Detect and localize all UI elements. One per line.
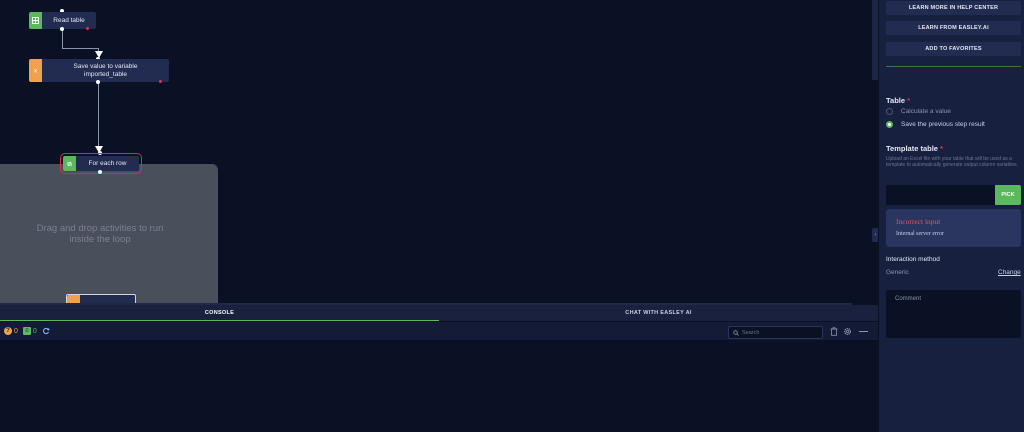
tab-console[interactable]: CONSOLE bbox=[0, 305, 439, 321]
node-output-port[interactable] bbox=[60, 27, 64, 31]
minimize-icon[interactable] bbox=[858, 326, 868, 336]
node-for-each-row[interactable]: For each row bbox=[60, 153, 142, 174]
radio-save-previous-step-result[interactable]: Save the previous step result bbox=[886, 121, 985, 128]
warning-count: 0 bbox=[14, 327, 18, 335]
interaction-method-label: Interaction method bbox=[886, 256, 940, 263]
template-table-description: Upload an Excel file with your table tha… bbox=[886, 156, 1019, 168]
required-mark: * bbox=[907, 96, 911, 105]
console-search bbox=[728, 326, 823, 339]
message-icon: ≡ bbox=[22, 327, 31, 335]
radio-label: Calculate a value bbox=[901, 108, 951, 115]
connector-line bbox=[98, 82, 99, 147]
template-table-field[interactable] bbox=[886, 185, 995, 205]
message-count: 0 bbox=[32, 327, 37, 335]
search-input[interactable] bbox=[742, 329, 822, 336]
learn-more-help-center-button[interactable]: LEARN MORE IN HELP CENTER bbox=[886, 1, 1021, 15]
change-interaction-link[interactable]: Change bbox=[998, 269, 1021, 276]
section-title-text: Template table bbox=[886, 144, 938, 153]
workflow-canvas[interactable]: Read table x Save value to variable impo… bbox=[0, 0, 878, 304]
message-filter[interactable]: ≡ 0 bbox=[22, 327, 37, 335]
error-title: Incorrect input bbox=[896, 217, 941, 226]
connector-line bbox=[62, 48, 99, 49]
section-title-text: Table bbox=[886, 96, 906, 105]
panel-divider bbox=[886, 66, 1021, 67]
loop-icon bbox=[63, 156, 76, 171]
warning-icon: ? bbox=[4, 327, 12, 335]
clear-console-icon[interactable] bbox=[829, 326, 839, 336]
console-panel: CONSOLE CHAT WITH EASLEY AI ? 0 ≡ 0 bbox=[0, 305, 878, 432]
pick-button[interactable]: PICK bbox=[995, 185, 1021, 205]
refresh-icon[interactable] bbox=[42, 327, 50, 335]
table-section-title: Table * bbox=[886, 96, 910, 105]
radio-calculate-value[interactable]: Calculate a value bbox=[886, 108, 951, 115]
node-label: Save value to variable imported_table bbox=[73, 62, 138, 78]
connector-line bbox=[62, 28, 63, 48]
gear-icon[interactable] bbox=[842, 326, 852, 336]
console-toolbar: ? 0 ≡ 0 bbox=[0, 322, 878, 340]
node-input-port[interactable] bbox=[98, 151, 102, 155]
variable-icon: x bbox=[29, 59, 42, 82]
console-tabs: CONSOLE CHAT WITH EASLEY AI bbox=[0, 305, 878, 321]
error-message: Internal server error bbox=[896, 231, 944, 237]
node-error-port[interactable] bbox=[86, 27, 89, 30]
node-output-port[interactable] bbox=[98, 170, 102, 174]
add-to-favorites-button[interactable]: ADD TO FAVORITES bbox=[886, 42, 1021, 56]
node-error-port[interactable] bbox=[159, 80, 162, 83]
learn-from-easley-ai-button[interactable]: LEARN FROM EASLEY.AI bbox=[886, 21, 1021, 35]
required-mark: * bbox=[940, 144, 943, 153]
comment-field[interactable] bbox=[886, 290, 1021, 338]
radio-button[interactable] bbox=[886, 108, 893, 115]
loop-drop-zone[interactable]: Drag and drop activities to run inside t… bbox=[0, 164, 218, 304]
node-output-port[interactable] bbox=[96, 80, 100, 84]
table-icon bbox=[29, 12, 42, 29]
tab-chat-with-easley-ai[interactable]: CHAT WITH EASLEY AI bbox=[439, 305, 878, 321]
template-table-section-title: Template table * bbox=[886, 144, 943, 153]
search-icon bbox=[733, 329, 739, 336]
warning-filter[interactable]: ? 0 bbox=[4, 327, 18, 335]
radio-label: Save the previous step result bbox=[901, 121, 985, 128]
interaction-method-value: Generic bbox=[886, 269, 909, 276]
loop-hint-text: Drag and drop activities to run inside t… bbox=[36, 223, 164, 245]
error-message-box: Incorrect input Internal server error bbox=[886, 209, 1021, 247]
node-label: For each row bbox=[88, 159, 127, 167]
radio-button[interactable] bbox=[886, 121, 893, 128]
svg-text:x: x bbox=[34, 68, 38, 75]
workflow-editor: Read table x Save value to variable impo… bbox=[0, 0, 1024, 432]
node-save-value-to-variable[interactable]: x Save value to variable imported_table bbox=[29, 59, 169, 82]
